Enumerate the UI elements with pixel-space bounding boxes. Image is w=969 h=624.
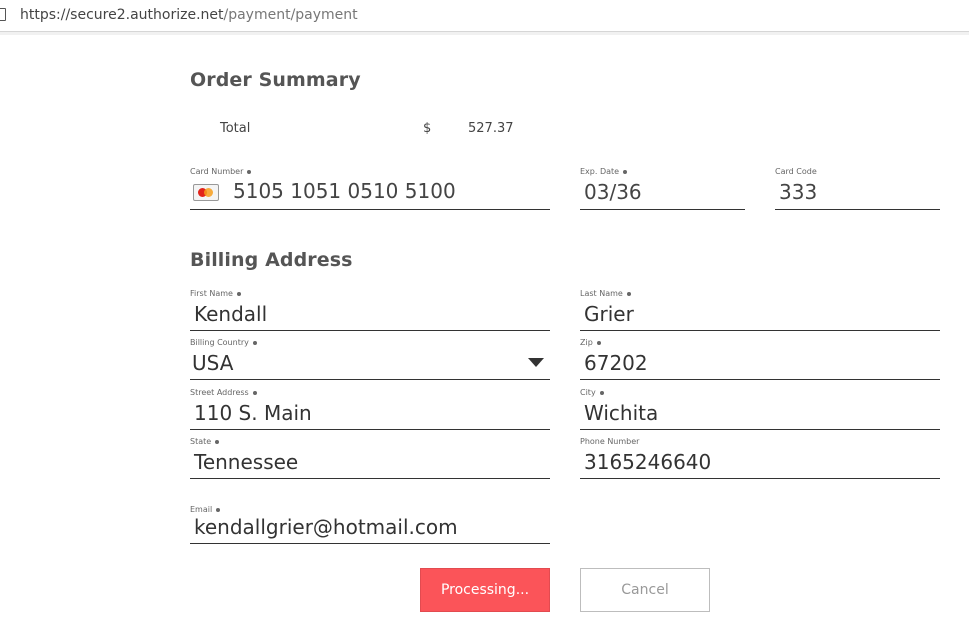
required-dot (596, 340, 601, 345)
billing-country-label: Billing Country (190, 338, 257, 347)
url-path: /payment/payment (223, 7, 358, 23)
required-dot (626, 291, 631, 296)
chevron-down-icon[interactable] (528, 358, 544, 367)
total-label: Total (220, 121, 251, 136)
zip-field[interactable]: Zip 67202 (580, 338, 940, 380)
city-field[interactable]: City Wichita (580, 388, 940, 430)
billing-country-select[interactable]: Billing Country USA (190, 338, 550, 380)
required-dot (252, 340, 257, 345)
email-input[interactable]: kendallgrier@hotmail.com (194, 515, 458, 539)
city-input[interactable]: Wichita (584, 401, 658, 425)
total-amount: 527.37 (468, 121, 514, 136)
phone-number-input[interactable]: 3165246640 (584, 450, 711, 474)
street-address-input[interactable]: 110 S. Main (194, 401, 312, 425)
first-name-field[interactable]: First Name Kendall (190, 289, 550, 331)
billing-country-value: USA (192, 351, 234, 375)
state-field[interactable]: State Tennessee (190, 437, 550, 479)
mastercard-icon (193, 184, 219, 201)
first-name-input[interactable]: Kendall (194, 302, 267, 326)
first-name-label: First Name (190, 289, 241, 298)
total-currency: $ (423, 121, 432, 136)
city-label: City (580, 388, 604, 397)
required-dot (599, 390, 604, 395)
required-dot (216, 507, 221, 512)
exp-date-input[interactable]: 03/36 (584, 180, 642, 204)
order-summary-title: Order Summary (190, 69, 361, 91)
phone-number-label: Phone Number (580, 437, 640, 446)
street-address-field[interactable]: Street Address 110 S. Main (190, 388, 550, 430)
card-number-field[interactable]: Card Number 5105 1051 0510 5100 (190, 167, 550, 210)
card-number-input[interactable]: 5105 1051 0510 5100 (233, 179, 456, 203)
state-input[interactable]: Tennessee (194, 450, 298, 474)
required-dot (215, 439, 220, 444)
billing-address-title: Billing Address (190, 249, 353, 271)
browser-address-bar[interactable]: https://secure2.authorize.net/payment/pa… (0, 0, 969, 32)
url-text[interactable]: https://secure2.authorize.net/payment/pa… (20, 7, 358, 23)
card-code-label: Card Code (775, 167, 817, 176)
exp-date-label: Exp. Date (580, 167, 628, 176)
email-label: Email (190, 505, 221, 514)
url-host: https://secure2.authorize.net (20, 7, 224, 23)
required-dot (252, 390, 257, 395)
last-name-input[interactable]: Grier (584, 302, 634, 326)
street-address-label: Street Address (190, 388, 257, 397)
required-dot (236, 291, 241, 296)
page-info-icon[interactable] (0, 8, 6, 21)
zip-label: Zip (580, 338, 601, 347)
email-field[interactable]: Email kendallgrier@hotmail.com (190, 505, 550, 544)
card-code-field[interactable]: Card Code 333 (775, 167, 940, 210)
zip-input[interactable]: 67202 (584, 351, 648, 375)
card-number-label: Card Number (190, 167, 252, 176)
exp-date-field[interactable]: Exp. Date 03/36 (580, 167, 745, 210)
last-name-label: Last Name (580, 289, 631, 298)
phone-number-field[interactable]: Phone Number 3165246640 (580, 437, 940, 479)
required-dot (623, 169, 628, 174)
toolbar-divider (0, 32, 969, 35)
last-name-field[interactable]: Last Name Grier (580, 289, 940, 331)
state-label: State (190, 437, 220, 446)
processing-button[interactable]: Processing... (420, 568, 550, 612)
cancel-button[interactable]: Cancel (580, 568, 710, 612)
required-dot (247, 169, 252, 174)
card-code-input[interactable]: 333 (779, 180, 817, 204)
